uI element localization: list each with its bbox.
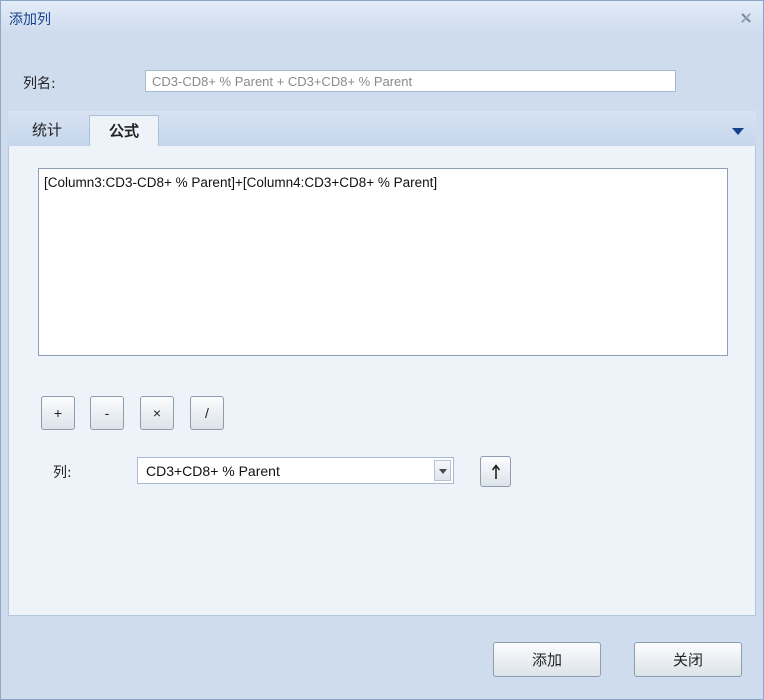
minus-operator-button[interactable]: -: [90, 396, 124, 430]
add-button[interactable]: 添加: [493, 642, 601, 677]
tab-strip: 统计 公式: [8, 111, 756, 147]
column-select[interactable]: CD3+CD8+ % Parent: [137, 457, 454, 484]
close-icon[interactable]: [739, 11, 753, 25]
column-select-value: CD3+CD8+ % Parent: [146, 463, 280, 479]
column-name-label: 列名:: [23, 76, 56, 92]
title-bar: 添加列: [1, 1, 763, 35]
tab-menu-dropdown-icon[interactable]: [732, 125, 744, 135]
arrow-up-icon: [491, 464, 501, 479]
plus-operator-button[interactable]: +: [41, 396, 75, 430]
column-name-input[interactable]: [145, 70, 676, 92]
multiply-operator-button[interactable]: ×: [140, 396, 174, 430]
column-label: 列:: [53, 465, 72, 481]
dialog-title: 添加列: [9, 12, 51, 28]
divide-operator-button[interactable]: /: [190, 396, 224, 430]
add-column-dialog: 添加列 列名: 统计 公式 [Column3:CD3-CD8+ % Parent…: [0, 0, 764, 700]
formula-textarea[interactable]: [Column3:CD3-CD8+ % Parent]+[Column4:CD3…: [38, 168, 728, 356]
tab-statistics[interactable]: 统计: [10, 115, 84, 146]
close-button[interactable]: 关闭: [634, 642, 742, 677]
insert-column-button[interactable]: [480, 456, 511, 487]
chevron-down-icon[interactable]: [434, 460, 451, 481]
tab-formula[interactable]: 公式: [89, 115, 159, 147]
